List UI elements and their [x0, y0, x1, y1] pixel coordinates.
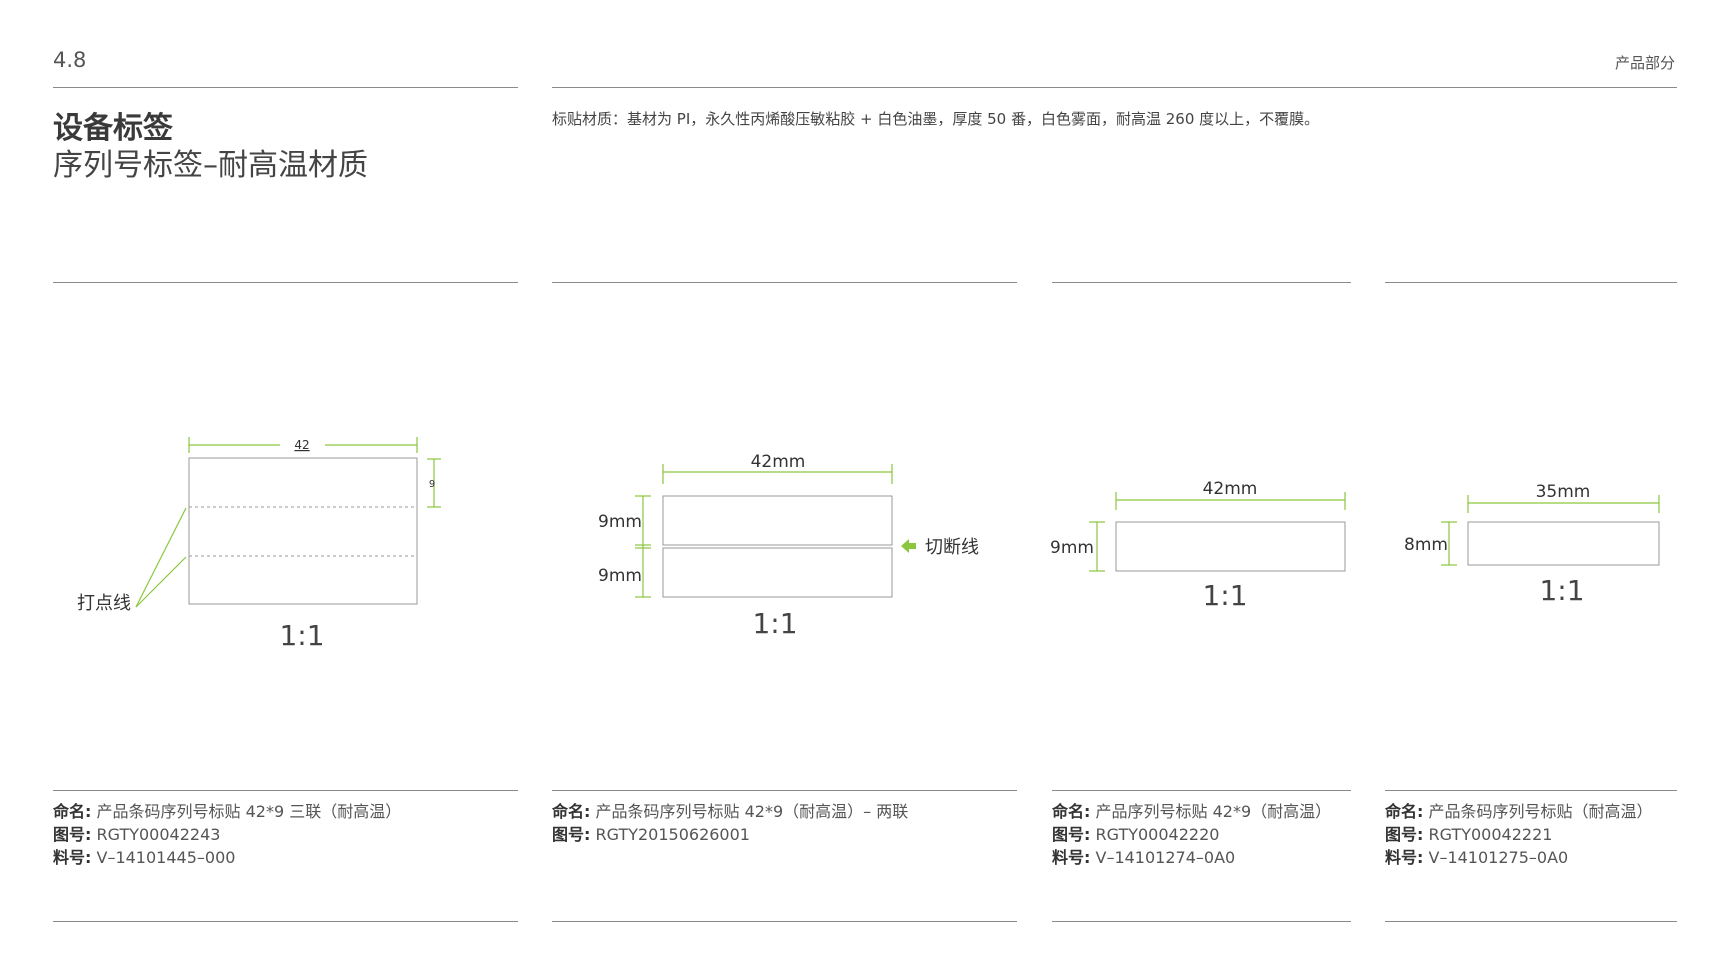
- scale-label: 1:1: [1539, 574, 1584, 607]
- label-outline-top: [662, 495, 893, 546]
- drawing-triple-label: 42 9 打点线 1:1: [77, 437, 441, 652]
- info-value: 产品条码序列号标贴 42*9 三联（耐高温）: [96, 802, 402, 821]
- width-dimension-label: 42mm: [1203, 479, 1258, 499]
- label-info-4: 命名: 产品条码序列号标贴（耐高温） 图号: RGTY00042221 料号: …: [1385, 800, 1653, 869]
- scale-label: 1:1: [279, 619, 324, 652]
- height-dimension-label: 9: [429, 479, 435, 490]
- info-key: 料号:: [53, 848, 92, 867]
- info-key: 图号:: [1052, 825, 1091, 844]
- info-row-drawing: 图号: RGTY00042221: [1385, 823, 1653, 846]
- label-outline-bottom: [662, 547, 893, 598]
- info-row-name: 命名: 产品条码序列号标贴（耐高温）: [1385, 800, 1653, 823]
- info-key: 图号:: [53, 825, 92, 844]
- info-row-name: 命名: 产品条码序列号标贴 42*9 三联（耐高温）: [53, 800, 401, 823]
- info-key: 料号:: [1385, 848, 1424, 867]
- info-row-part: 料号: V–14101445–000: [53, 846, 401, 869]
- height-dimension-label-bottom: 9mm: [598, 566, 642, 586]
- info-value: V–14101445–000: [96, 848, 236, 867]
- width-dimension-label: 42: [294, 438, 309, 452]
- drawing-double-label: 42mm 9mm 9mm 切断线 1:1: [598, 452, 979, 640]
- width-dimension-label: 42mm: [751, 452, 806, 472]
- info-row-drawing: 图号: RGTY20150626001: [552, 823, 908, 846]
- callout-leader: [135, 556, 187, 608]
- info-row-drawing: 图号: RGTY00042220: [1052, 823, 1331, 846]
- height-dimension-label: 9mm: [1050, 538, 1094, 558]
- drawing-single-label-35: 35mm 8mm 1:1: [1404, 482, 1660, 607]
- scale-label: 1:1: [752, 607, 797, 640]
- info-row-drawing: 图号: RGTY00042243: [53, 823, 401, 846]
- info-value: 产品条码序列号标贴 42*9（耐高温）– 两联: [595, 802, 909, 821]
- info-row-part: 料号: V–14101274–0A0: [1052, 846, 1331, 869]
- info-key: 命名:: [1052, 802, 1091, 821]
- info-value: RGTY00042221: [1428, 825, 1553, 844]
- info-row-part: 料号: V–14101275–0A0: [1385, 846, 1653, 869]
- info-key: 图号:: [552, 825, 591, 844]
- callout-leader: [135, 507, 187, 608]
- width-dimension-label: 35mm: [1536, 482, 1591, 502]
- info-value: RGTY20150626001: [595, 825, 750, 844]
- height-dimension-label: 8mm: [1404, 535, 1448, 555]
- info-key: 料号:: [1052, 848, 1091, 867]
- info-value: V–14101274–0A0: [1095, 848, 1236, 867]
- info-key: 命名:: [552, 802, 591, 821]
- label-outline: [1115, 521, 1346, 572]
- info-key: 图号:: [1385, 825, 1424, 844]
- label-outline: [1467, 521, 1660, 566]
- arrow-left-icon: [901, 539, 916, 553]
- label-info-3: 命名: 产品序列号标贴 42*9（耐高温） 图号: RGTY00042220 料…: [1052, 800, 1331, 869]
- label-info-1: 命名: 产品条码序列号标贴 42*9 三联（耐高温） 图号: RGTY00042…: [53, 800, 401, 869]
- info-row-name: 命名: 产品条码序列号标贴 42*9（耐高温）– 两联: [552, 800, 908, 823]
- info-value: 产品条码序列号标贴（耐高温）: [1428, 802, 1653, 821]
- info-value: RGTY00042220: [1095, 825, 1220, 844]
- info-value: V–14101275–0A0: [1428, 848, 1569, 867]
- cut-line-callout: 切断线: [925, 537, 979, 558]
- height-dimension-label-top: 9mm: [598, 512, 642, 532]
- perforation-callout: 打点线: [77, 593, 131, 614]
- scale-label: 1:1: [1202, 579, 1247, 612]
- drawing-single-label-42: 42mm 9mm 1:1: [1050, 479, 1346, 612]
- label-outline: [188, 457, 418, 605]
- info-value: RGTY00042243: [96, 825, 221, 844]
- info-row-name: 命名: 产品序列号标贴 42*9（耐高温）: [1052, 800, 1331, 823]
- info-key: 命名:: [53, 802, 92, 821]
- info-value: 产品序列号标贴 42*9（耐高温）: [1095, 802, 1332, 821]
- label-info-2: 命名: 产品条码序列号标贴 42*9（耐高温）– 两联 图号: RGTY2015…: [552, 800, 908, 846]
- info-key: 命名:: [1385, 802, 1424, 821]
